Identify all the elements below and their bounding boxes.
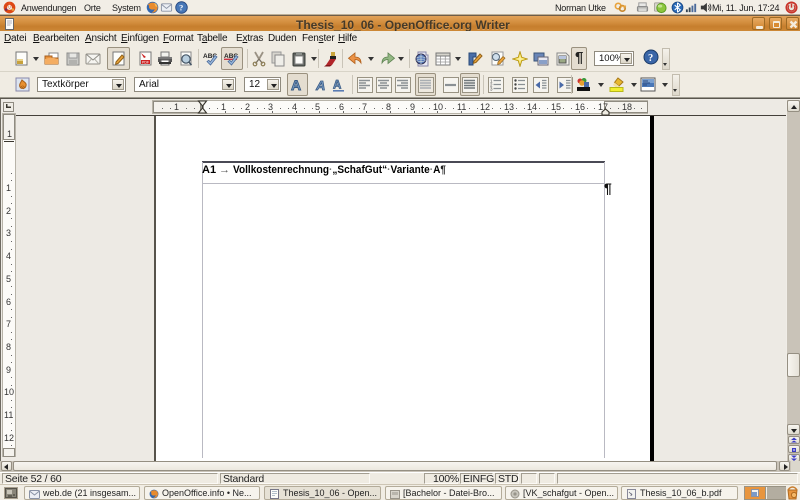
- svg-text:A: A: [291, 77, 301, 93]
- svg-text:?: ?: [648, 53, 653, 64]
- svg-text:PDF: PDF: [142, 61, 149, 65]
- svg-text:?: ?: [179, 4, 183, 13]
- svg-text:A: A: [315, 78, 325, 93]
- svg-text:A: A: [333, 80, 341, 92]
